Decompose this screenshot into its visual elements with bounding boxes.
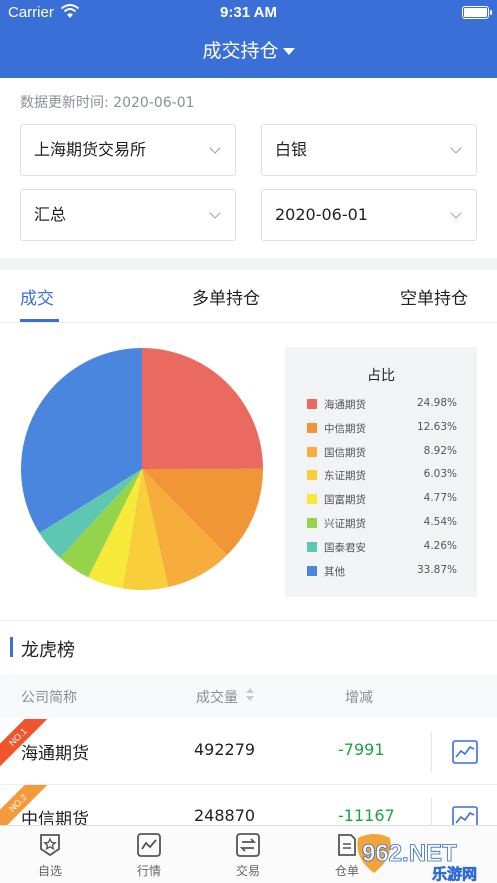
legend-item: 国信期货 8.92%	[307, 445, 457, 459]
site-watermark: 962.NET 乐游网	[357, 834, 477, 883]
legend-item: 东证期货 6.03%	[307, 468, 457, 482]
status-bar: Carrier 9:31 AM	[0, 0, 497, 26]
stats-panel: 成交 多单持仓 空单持仓 占比 海通期货 24.98% 中信期货 12.63% 国信期货…	[0, 270, 497, 620]
legend-item: 国泰君安 4.26%	[307, 540, 457, 554]
legend-label: 海通期货	[324, 399, 366, 411]
sort-icon[interactable]	[246, 688, 254, 702]
leaderboard-title: 龙虎榜	[21, 640, 75, 661]
watermark-text: 962.NET	[362, 840, 457, 867]
scope-value: 汇总	[34, 205, 67, 224]
battery-icon	[462, 6, 492, 19]
tab-long-positions[interactable]: 多单持仓	[192, 284, 260, 309]
change-value: -11167	[338, 806, 395, 825]
column-volume[interactable]: 成交量	[196, 687, 238, 707]
pie-legend: 占比 海通期货 24.98% 中信期货 12.63% 国信期货 8.92% 东证期货 6.03…	[285, 347, 477, 597]
legend-swatch	[307, 494, 317, 505]
table-row[interactable]: NO.1 海通期货 492279 -7991	[0, 719, 497, 785]
page-title-dropdown[interactable]: 成交持仓	[0, 36, 497, 63]
legend-swatch	[307, 518, 317, 528]
legend-label: 其他	[324, 565, 345, 578]
divider	[0, 322, 497, 323]
commodity-value: 白银	[275, 140, 308, 159]
column-company: 公司简称	[21, 690, 77, 706]
legend-title: 占比	[367, 368, 395, 384]
commodity-select[interactable]: 白银	[261, 124, 477, 176]
tab-label: 交易	[235, 864, 260, 878]
legend-item: 海通期货 24.98%	[307, 397, 457, 411]
filter-section: 数据更新时间: 2020-06-01 上海期货交易所 白银 汇总 2020-06…	[0, 78, 497, 258]
volume-value: 492279	[194, 740, 256, 759]
exchange-select[interactable]: 上海期货交易所	[20, 124, 236, 176]
pie-slice	[142, 348, 263, 469]
legend-swatch	[307, 541, 317, 552]
legend-swatch	[307, 422, 317, 433]
date-value: 2020-06-01	[275, 205, 368, 224]
exchange-value: 上海期货交易所	[34, 140, 147, 159]
chevron-down-icon	[209, 207, 221, 219]
tab-trade[interactable]: 交易	[223, 832, 273, 879]
date-select[interactable]: 2020-06-01	[261, 189, 477, 241]
share-pie-chart	[21, 348, 263, 590]
legend-percent: 12.63%	[416, 420, 457, 433]
section-marker	[10, 637, 13, 657]
tab-label: 行情	[136, 864, 161, 878]
tab-market[interactable]: 行情	[124, 832, 174, 879]
page-title: 成交持仓	[202, 40, 279, 62]
legend-percent: 33.87%	[416, 563, 457, 576]
legend-item: 中信期货 12.63%	[307, 421, 457, 435]
legend-percent: 4.54%	[423, 516, 457, 528]
legend-swatch	[307, 470, 317, 481]
legend-swatch	[307, 399, 317, 409]
legend-percent: 24.98%	[416, 397, 457, 409]
volume-value: 248870	[194, 806, 256, 825]
chevron-down-icon	[450, 142, 462, 154]
legend-label: 国泰君安	[324, 541, 366, 554]
legend-swatch	[307, 565, 317, 576]
change-value: -7991	[338, 740, 385, 759]
legend-percent: 4.26%	[423, 539, 457, 552]
legend-label: 中信期货	[324, 422, 366, 435]
legend-item: 国富期货 4.77%	[307, 492, 457, 506]
tab-short-positions[interactable]: 空单持仓	[400, 284, 468, 309]
star-icon	[40, 834, 60, 857]
legend-label: 国信期货	[324, 446, 366, 459]
tab-label: 自选	[37, 864, 62, 878]
legend-label: 东证期货	[324, 470, 366, 483]
legend-label: 兴证期货	[324, 518, 366, 530]
trend-chart-icon[interactable]	[452, 740, 478, 764]
exchange-icon	[236, 833, 260, 857]
watermark-subtext: 乐游网	[432, 865, 477, 883]
caret-down-icon	[282, 48, 295, 55]
update-time: 数据更新时间: 2020-06-01	[20, 95, 195, 111]
company-name: 海通期货	[21, 744, 89, 764]
tab-watchlist[interactable]: 自选	[25, 832, 75, 879]
app-header: Carrier 9:31 AM 成交持仓	[0, 0, 497, 78]
legend-item: 兴证期货 4.54%	[307, 516, 457, 530]
legend-percent: 4.77%	[423, 492, 457, 505]
chevron-down-icon	[209, 142, 221, 154]
divider	[431, 731, 432, 773]
legend-percent: 8.92%	[423, 444, 457, 457]
tab-volume[interactable]: 成交	[20, 284, 54, 309]
status-time: 9:31 AM	[220, 4, 277, 21]
chart-icon	[137, 833, 161, 857]
legend-percent: 6.03%	[423, 468, 457, 481]
table-header: 公司简称 成交量 增减	[0, 674, 497, 718]
legend-item: 其他 33.87%	[307, 564, 457, 578]
legend-label: 国富期货	[324, 494, 366, 507]
chevron-down-icon	[450, 207, 462, 219]
scope-select[interactable]: 汇总	[20, 189, 236, 241]
column-change: 增减	[345, 690, 373, 706]
legend-swatch	[307, 446, 317, 457]
